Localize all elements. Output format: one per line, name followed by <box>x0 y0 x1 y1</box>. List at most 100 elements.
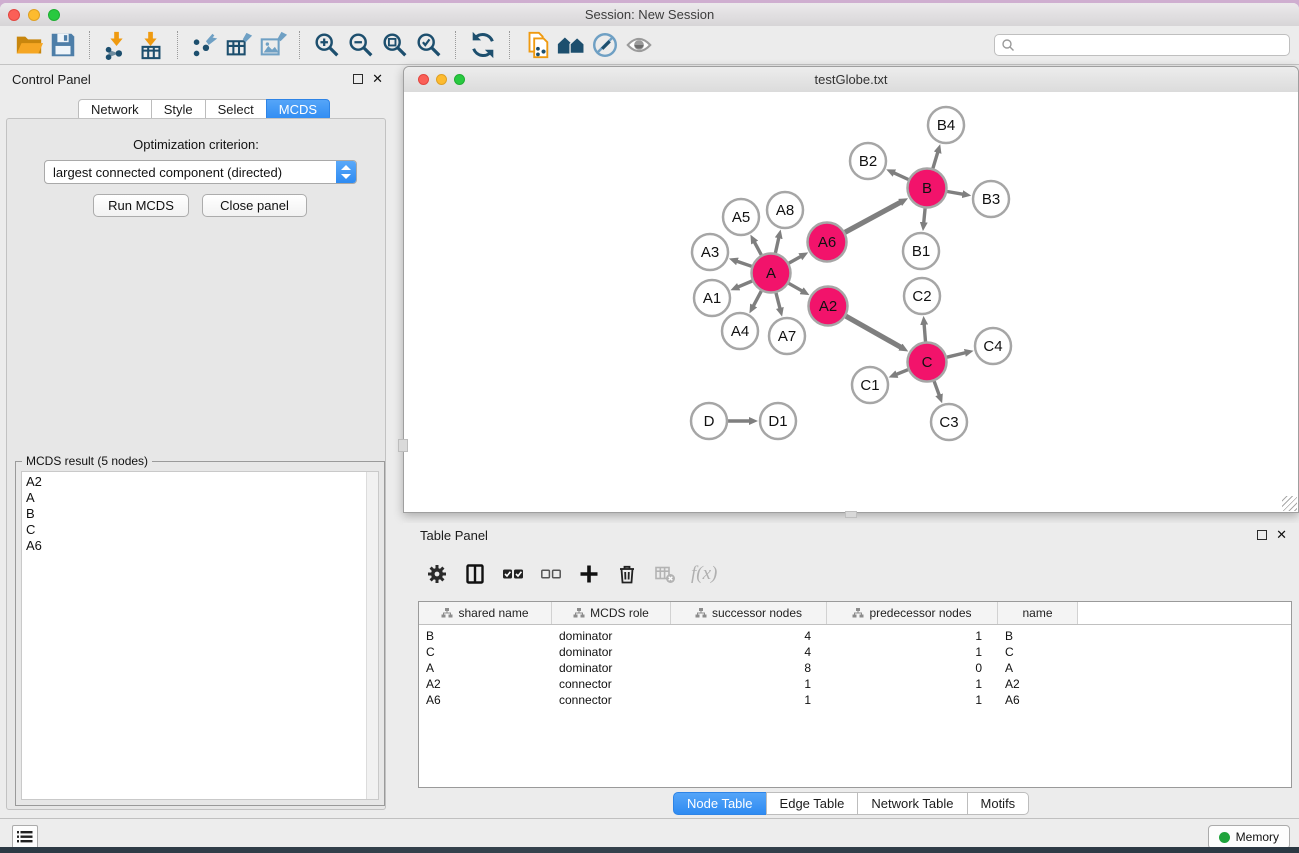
table-row[interactable]: A6connector11A6 <box>419 692 1291 708</box>
graph-node-C1[interactable]: C1 <box>852 367 888 403</box>
home-icon[interactable] <box>554 29 588 61</box>
graph-node-A4[interactable]: A4 <box>722 313 758 349</box>
graph-node-A[interactable]: A <box>752 254 791 293</box>
result-item[interactable]: A6 <box>22 538 378 554</box>
edge-C-C4[interactable] <box>947 353 966 358</box>
graph-node-B3[interactable]: B3 <box>973 181 1009 217</box>
graph-node-A2[interactable]: A2 <box>809 287 848 326</box>
export-table-icon[interactable] <box>222 29 256 61</box>
graph-node-C[interactable]: C <box>908 343 947 382</box>
toolbar-separator <box>509 31 511 59</box>
toggle-columns-icon[interactable] <box>463 562 487 586</box>
edge-A6-B[interactable] <box>845 202 901 232</box>
open-file-icon[interactable] <box>12 29 46 61</box>
close-table-panel-icon[interactable]: ✕ <box>1276 529 1287 541</box>
edge-A-A5[interactable] <box>754 242 761 255</box>
tab-network-table[interactable]: Network Table <box>857 792 967 815</box>
task-history-button[interactable] <box>12 825 38 847</box>
add-column-icon[interactable] <box>577 562 601 586</box>
table-row[interactable]: A2connector11A2 <box>419 676 1291 692</box>
clone-network-icon[interactable] <box>520 29 554 61</box>
edge-A-A4[interactable] <box>753 291 761 306</box>
result-item[interactable]: A2 <box>22 474 378 490</box>
graph-node-A1[interactable]: A1 <box>694 280 730 316</box>
graph-node-A3[interactable]: A3 <box>692 234 728 270</box>
float-panel-icon[interactable] <box>353 74 363 84</box>
graph-node-B1[interactable]: B1 <box>903 233 939 269</box>
graph-node-B4[interactable]: B4 <box>928 107 964 143</box>
result-item[interactable]: C <box>22 522 378 538</box>
export-image-icon[interactable] <box>256 29 290 61</box>
table-cell: 0 <box>827 661 998 675</box>
horizontal-splitter-handle[interactable] <box>845 511 857 518</box>
export-network-icon[interactable] <box>188 29 222 61</box>
run-mcds-button[interactable]: Run MCDS <box>93 194 189 217</box>
column-header-shared-name[interactable]: shared name <box>419 602 552 624</box>
splitter-handle-icon[interactable] <box>398 439 408 452</box>
edge-C-C3[interactable] <box>934 381 939 396</box>
edge-C-C2[interactable] <box>924 324 925 342</box>
column-header-predecessor-nodes[interactable]: predecessor nodes <box>827 602 998 624</box>
column-header-successor-nodes[interactable]: successor nodes <box>671 602 827 624</box>
table-row[interactable]: Cdominator41C <box>419 644 1291 660</box>
graph-node-A8[interactable]: A8 <box>767 192 803 228</box>
optimization-criterion-select[interactable]: largest connected component (directed) <box>44 160 357 184</box>
result-list-scrollbar[interactable] <box>366 472 378 799</box>
table-settings-icon[interactable] <box>425 562 449 586</box>
edge-C-C1[interactable] <box>896 370 908 375</box>
zoom-fit-icon[interactable] <box>378 29 412 61</box>
zoom-in-icon[interactable] <box>310 29 344 61</box>
import-network-icon[interactable] <box>100 29 134 61</box>
deselect-all-rows-icon[interactable] <box>539 562 563 586</box>
graph-node-A6[interactable]: A6 <box>808 223 847 262</box>
refresh-layout-icon[interactable] <box>466 29 500 61</box>
delete-column-icon[interactable] <box>615 562 639 586</box>
edge-A-A8[interactable] <box>775 237 779 253</box>
result-item[interactable]: A <box>22 490 378 506</box>
edge-A-A6[interactable] <box>789 256 801 263</box>
graph-node-B2[interactable]: B2 <box>850 143 886 179</box>
result-item[interactable]: B <box>22 506 378 522</box>
graph-node-C3[interactable]: C3 <box>931 404 967 440</box>
table-row[interactable]: Adominator80A <box>419 660 1291 676</box>
zoom-selected-icon[interactable] <box>412 29 446 61</box>
hide-graphics-icon[interactable] <box>588 29 622 61</box>
edge-A-A1[interactable] <box>738 281 752 287</box>
table-row[interactable]: Bdominator41B <box>419 628 1291 644</box>
select-all-rows-icon[interactable] <box>501 562 525 586</box>
graph-node-D1[interactable]: D1 <box>760 403 796 439</box>
save-session-icon[interactable] <box>46 29 80 61</box>
float-table-panel-icon[interactable] <box>1257 530 1267 540</box>
eye-icon[interactable] <box>622 29 656 61</box>
dropdown-stepper-icon[interactable] <box>336 161 356 183</box>
column-header-MCDS-role[interactable]: MCDS role <box>552 602 671 624</box>
column-header-name[interactable]: name <box>998 602 1078 624</box>
graph-node-A7[interactable]: A7 <box>769 318 805 354</box>
memory-button[interactable]: Memory <box>1208 825 1290 847</box>
network-window-titlebar[interactable]: testGlobe.txt <box>404 67 1298 93</box>
search-box[interactable] <box>994 34 1290 56</box>
edge-B-B3[interactable] <box>947 192 963 195</box>
edge-A2-C[interactable] <box>846 316 902 347</box>
edge-A-A7[interactable] <box>776 293 780 309</box>
network-canvas[interactable]: B4 B2 B B3 A8A5 A6 A3 B1 A A1 C2 A2 A4 A7 C4 C C1 C3 D D1 <box>404 92 1298 512</box>
window-resize-grip[interactable] <box>1282 496 1297 511</box>
graph-node-A5[interactable]: A5 <box>723 199 759 235</box>
close-panel-icon[interactable]: ✕ <box>372 73 383 85</box>
graph-node-B[interactable]: B <box>908 169 947 208</box>
search-input[interactable] <box>1015 35 1289 55</box>
edge-A-A3[interactable] <box>737 261 752 266</box>
tab-edge-table[interactable]: Edge Table <box>766 792 859 815</box>
close-panel-button[interactable]: Close panel <box>202 194 307 217</box>
edge-B-B4[interactable] <box>933 152 938 169</box>
tab-node-table[interactable]: Node Table <box>673 792 767 815</box>
import-table-icon[interactable] <box>134 29 168 61</box>
edge-A-A2[interactable] <box>789 283 803 291</box>
zoom-out-icon[interactable] <box>344 29 378 61</box>
graph-node-D[interactable]: D <box>691 403 727 439</box>
edge-B-B1[interactable] <box>924 208 925 223</box>
tab-motifs[interactable]: Motifs <box>967 792 1030 815</box>
edge-B-B2[interactable] <box>894 173 909 180</box>
graph-node-C2[interactable]: C2 <box>904 278 940 314</box>
graph-node-C4[interactable]: C4 <box>975 328 1011 364</box>
